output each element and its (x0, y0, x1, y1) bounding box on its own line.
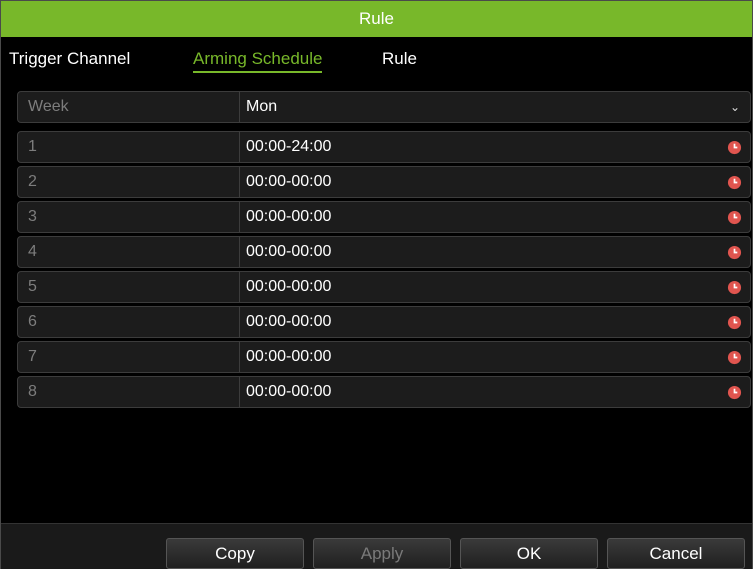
period-time[interactable]: 00:00-24:00 (246, 132, 331, 162)
schedule-row: 4 00:00-00:00 (17, 236, 751, 268)
period-time[interactable]: 00:00-00:00 (246, 342, 331, 372)
period-index: 4 (18, 237, 240, 267)
period-time[interactable]: 00:00-00:00 (246, 167, 331, 197)
period-index: 5 (18, 272, 240, 302)
period-time[interactable]: 00:00-00:00 (246, 237, 331, 267)
apply-button[interactable]: Apply (313, 538, 451, 569)
week-label: Week (18, 92, 240, 122)
period-index: 2 (18, 167, 240, 197)
tab-bar: Trigger Channel Arming Schedule Rule (1, 37, 752, 77)
schedule-row: 2 00:00-00:00 (17, 166, 751, 198)
clock-icon[interactable] (727, 140, 742, 155)
schedule-row: 6 00:00-00:00 (17, 306, 751, 338)
schedule-row: 5 00:00-00:00 (17, 271, 751, 303)
schedule-row: 8 00:00-00:00 (17, 376, 751, 408)
schedule-row: 1 00:00-24:00 (17, 131, 751, 163)
clock-icon[interactable] (727, 175, 742, 190)
period-index: 1 (18, 132, 240, 162)
period-index: 7 (18, 342, 240, 372)
tab-rule[interactable]: Rule (382, 49, 417, 71)
period-time[interactable]: 00:00-00:00 (246, 272, 331, 302)
button-bar: Copy Apply OK Cancel (1, 523, 752, 569)
period-index: 3 (18, 202, 240, 232)
clock-icon[interactable] (727, 385, 742, 400)
rule-dialog: Rule Trigger Channel Arming Schedule Rul… (0, 0, 753, 569)
period-time[interactable]: 00:00-00:00 (246, 202, 331, 232)
period-time[interactable]: 00:00-00:00 (246, 377, 331, 407)
clock-icon[interactable] (727, 315, 742, 330)
week-value[interactable]: Mon (246, 92, 277, 122)
schedule-row: 7 00:00-00:00 (17, 341, 751, 373)
tab-trigger-channel[interactable]: Trigger Channel (9, 49, 130, 71)
clock-icon[interactable] (727, 210, 742, 225)
period-index: 8 (18, 377, 240, 407)
tab-arming-schedule[interactable]: Arming Schedule (193, 49, 323, 73)
chevron-down-icon[interactable]: ⌄ (730, 92, 740, 122)
period-time[interactable]: 00:00-00:00 (246, 307, 331, 337)
copy-button[interactable]: Copy (166, 538, 304, 569)
week-select[interactable]: Week Mon ⌄ (17, 91, 751, 123)
clock-icon[interactable] (727, 280, 742, 295)
period-index: 6 (18, 307, 240, 337)
clock-icon[interactable] (727, 350, 742, 365)
schedule-row: 3 00:00-00:00 (17, 201, 751, 233)
ok-button[interactable]: OK (460, 538, 598, 569)
clock-icon[interactable] (727, 245, 742, 260)
dialog-title: Rule (1, 1, 752, 37)
cancel-button[interactable]: Cancel (607, 538, 745, 569)
